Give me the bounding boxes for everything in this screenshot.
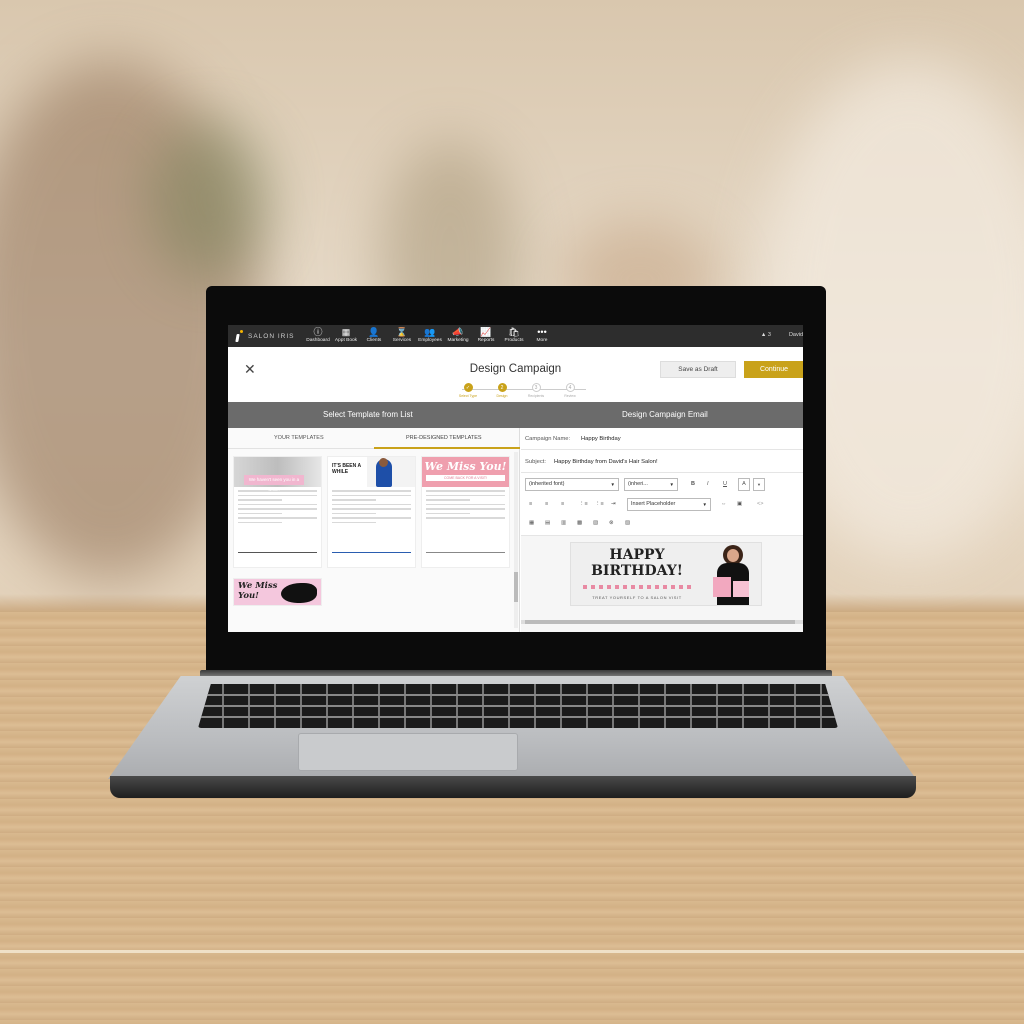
hair-silhouette-image — [281, 583, 317, 603]
campaign-name-field[interactable]: Happy Birthday — [581, 436, 621, 442]
panel-header-bar: Select Template from List Design Campaig… — [228, 402, 803, 428]
laptop-keyboard — [198, 684, 838, 728]
info-icon: ⓘ — [313, 327, 323, 337]
continue-button[interactable]: Continue — [744, 361, 803, 378]
more-icon: ••• — [537, 327, 547, 337]
notifications-indicator[interactable]: ▲ 3 — [761, 332, 771, 338]
align-center-icon[interactable]: ≡ — [545, 501, 548, 507]
nav-item-appt-book[interactable]: ▦ Appt Book — [332, 325, 360, 347]
hourglass-icon: ⌛ — [396, 327, 408, 337]
link-icon[interactable]: ⇔ — [721, 501, 727, 507]
table-properties-icon[interactable]: ▨ — [625, 520, 630, 526]
chart-icon: 📈 — [480, 327, 492, 337]
subject-row: Subject: Happy Birthday from David's Hai… — [521, 451, 803, 473]
nav-item-label: Services — [392, 338, 412, 343]
source-code-icon[interactable]: <> — [757, 501, 763, 507]
chevron-down-icon: ▼ — [702, 502, 707, 507]
nav-item-services[interactable]: ⌛ Services — [388, 325, 416, 347]
align-left-icon[interactable]: ≡ — [529, 501, 532, 507]
image-icon[interactable]: ▣ — [737, 501, 742, 507]
nav-item-label: More — [536, 338, 548, 343]
active-tab-indicator — [374, 447, 520, 449]
salon-iris-logo[interactable]: SALON IRIS — [234, 330, 294, 342]
font-size-select[interactable]: (inheri... ▼ — [624, 478, 678, 491]
left-panel-title: Select Template from List — [323, 410, 413, 419]
email-design-panel: Campaign Name: Happy Birthday Subject: H… — [521, 428, 803, 632]
tab-your-templates[interactable]: YOUR TEMPLATES — [274, 435, 324, 441]
chevron-down-icon: ▼ — [610, 482, 615, 487]
main-nav: ⓘ Dashboard ▦ Appt Book 👤 Clients ⌛ Services 👥 Em… — [304, 325, 556, 347]
logo-mark-icon — [234, 330, 244, 342]
subject-field[interactable]: Happy Birthday from David's Hair Salon! — [554, 459, 658, 465]
font-family-select[interactable]: (inherited font) ▼ — [525, 478, 619, 491]
laptop-trackpad — [298, 733, 518, 771]
bag-icon: 🛍 — [508, 327, 520, 337]
progress-steps: ✓ Select Type 2 Design 3 Recipients 4 Review — [448, 383, 588, 401]
template-card[interactable]: We haven't seen you in a while! — [233, 456, 322, 568]
calendar-icon: ▦ — [341, 327, 351, 337]
nav-item-reports[interactable]: 📈 Reports — [472, 325, 500, 347]
template-card[interactable]: We Miss You! — [233, 578, 322, 606]
campaign-name-row: Campaign Name: Happy Birthday — [521, 428, 803, 450]
chevron-down-icon: ▼ — [669, 482, 674, 487]
user-menu[interactable]: David — [789, 332, 803, 338]
template-list-scrollbar[interactable] — [514, 452, 518, 628]
bullet-list-icon[interactable]: ⋮≡ — [595, 501, 604, 507]
nav-item-label: Clients — [366, 338, 382, 343]
underline-button[interactable]: U — [723, 481, 727, 487]
employees-icon: 👥 — [424, 327, 436, 337]
nav-item-clients[interactable]: 👤 Clients — [360, 325, 388, 347]
split-cells-icon[interactable]: ▧ — [593, 520, 598, 526]
nav-item-employees[interactable]: 👥 Employees — [416, 325, 444, 347]
nav-item-label: Products — [504, 338, 524, 343]
merge-cells-icon[interactable]: ▩ — [577, 520, 582, 526]
nav-item-products[interactable]: 🛍 Products — [500, 325, 528, 347]
table-column-icon[interactable]: ▥ — [561, 520, 566, 526]
email-editor-canvas[interactable]: HAPPY BIRTHDAY! TREAT YOURSELF TO A SALO… — [521, 536, 803, 632]
right-panel-title: Design Campaign Email — [622, 410, 708, 419]
italic-button[interactable]: I — [707, 481, 709, 487]
top-nav-bar: SALON IRIS ⓘ Dashboard ▦ Appt Book 👤 Clients ⌛… — [228, 325, 803, 347]
template-card[interactable]: IT'S BEEN A WHILE — [327, 456, 416, 568]
clients-icon: 👤 — [368, 327, 380, 337]
editor-horizontal-scrollbar[interactable] — [521, 620, 803, 624]
megaphone-icon: 📣 — [452, 327, 464, 337]
font-color-button[interactable]: A — [738, 478, 750, 491]
tab-pre-designed-templates[interactable]: PRE-DESIGNED TEMPLATES — [406, 435, 482, 441]
nav-item-label: Appt Book — [334, 338, 358, 343]
step-review[interactable]: 4 Review — [550, 383, 590, 398]
indent-icon[interactable]: ⇥ — [611, 501, 616, 507]
nav-item-marketing[interactable]: 📣 Marketing — [444, 325, 472, 347]
nav-item-label: Marketing — [447, 338, 469, 343]
editor-toolbar: (inherited font) ▼ (inheri... ▼ B I U A ▼ … — [521, 474, 803, 536]
insert-placeholder-select[interactable]: Insert Placeholder ▼ — [627, 498, 711, 511]
bold-button[interactable]: B — [691, 481, 695, 487]
nav-item-label: Reports — [477, 338, 495, 343]
laptop-screen: SALON IRIS ⓘ Dashboard ▦ Appt Book 👤 Clients ⌛… — [228, 325, 803, 632]
birthday-banner-image[interactable]: HAPPY BIRTHDAY! TREAT YOURSELF TO A SALO… — [570, 542, 762, 606]
nav-item-dashboard[interactable]: ⓘ Dashboard — [304, 325, 332, 347]
font-color-dropdown[interactable]: ▼ — [753, 478, 765, 491]
woman-with-gift-image — [703, 543, 761, 605]
table-row-icon[interactable]: ▤ — [545, 520, 550, 526]
table-icon[interactable]: ▦ — [529, 520, 534, 526]
campaign-header: ✕ Design Campaign Save as Draft Continue… — [228, 347, 803, 402]
nav-item-label: Employees — [418, 338, 442, 343]
template-card[interactable]: We Miss You! COME BACK FOR A VISIT! — [421, 456, 510, 568]
numbered-list-icon[interactable]: ⋮≡ — [579, 501, 588, 507]
nav-item-label: Dashboard — [306, 338, 330, 343]
align-right-icon[interactable]: ≡ — [561, 501, 564, 507]
template-list-panel: YOUR TEMPLATES PRE-DESIGNED TEMPLATES We… — [228, 428, 520, 632]
save-as-draft-button[interactable]: Save as Draft — [660, 361, 736, 378]
delete-table-icon[interactable]: ⊗ — [609, 520, 614, 526]
nav-item-more[interactable]: ••• More — [528, 325, 556, 347]
